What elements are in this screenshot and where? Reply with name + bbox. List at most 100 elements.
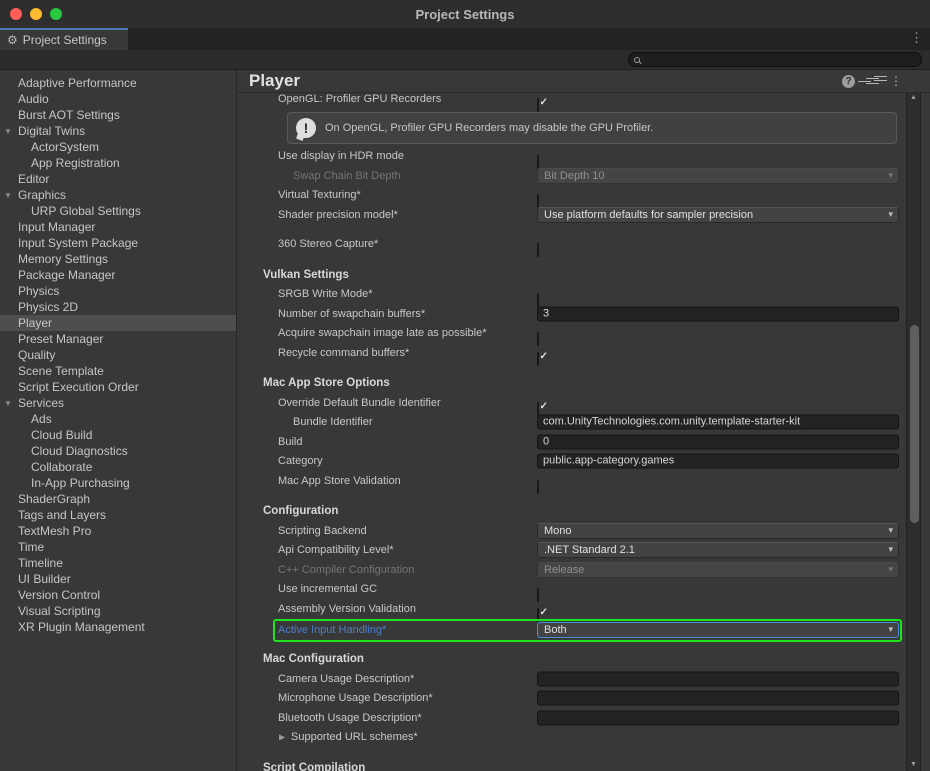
titlebar: Project Settings [0, 0, 930, 28]
tab-project-settings[interactable]: ⚙ Project Settings [0, 28, 128, 50]
sidebar-item-in-app-purchasing[interactable]: In-App Purchasing [0, 475, 236, 491]
sidebar-item-editor[interactable]: Editor [0, 171, 236, 187]
sidebar-item-scene-template[interactable]: Scene Template [0, 363, 236, 379]
minimize-window-button[interactable] [30, 8, 42, 20]
sidebar-item-physics-2d[interactable]: Physics 2D [0, 299, 236, 315]
scroll-up-icon[interactable]: ▲ [907, 94, 920, 101]
vertical-scrollbar[interactable]: ▲ ▼ [906, 92, 921, 771]
sidebar-item-memory-settings[interactable]: Memory Settings [0, 251, 236, 267]
more-options-kebab-icon[interactable]: ⋮ [890, 75, 902, 87]
sidebar-item-time[interactable]: Time [0, 539, 236, 555]
opengl-profiler-gpu-recorders-checkbox[interactable] [537, 98, 539, 112]
sidebar-item-package-manager[interactable]: Package Manager [0, 267, 236, 283]
foldout-expanded-icon[interactable]: ▼ [4, 399, 12, 408]
active-input-handling-dropdown[interactable]: Both ▾ [537, 622, 899, 638]
body: Adaptive PerformanceAudio Burst AOT Setti… [0, 70, 930, 771]
foldout-expanded-icon[interactable]: ▼ [4, 127, 12, 136]
sidebar-item-label: App Registration [31, 156, 120, 170]
sidebar-item-label: Burst AOT Settings [18, 108, 120, 122]
scrollbar-thumb[interactable] [910, 325, 919, 523]
sidebar-item-label: Physics 2D [18, 300, 78, 314]
search-box[interactable] [628, 52, 922, 67]
search-input[interactable] [643, 54, 921, 65]
category-field[interactable]: public.app-category.games [537, 454, 899, 469]
bluetooth-usage-description-field[interactable] [537, 710, 899, 725]
shader-precision-model-dropdown[interactable]: Use platform defaults for sampler precis… [537, 207, 899, 223]
dropdown-value: Bit Depth 10 [544, 170, 605, 182]
sidebar-item-services[interactable]: ▼Services [0, 395, 236, 411]
bundle-identifier-field[interactable]: com.UnityTechnologies.com.unity.template… [537, 415, 899, 430]
setting-label-opengl-profiler-gpu-recorders: OpenGL: Profiler GPU Recorders [278, 93, 441, 105]
sidebar-item-label: Audio [18, 92, 49, 106]
row-assembly-version-validation: Assembly Version Validation [237, 599, 906, 619]
sidebar-item-urp-global-settings[interactable]: URP Global Settings [0, 203, 236, 219]
360-stereo-capture-checkbox[interactable] [537, 243, 539, 257]
foldout-expanded-icon[interactable]: ▼ [4, 191, 12, 200]
tab-menu-kebab-icon[interactable]: ⋮ [910, 30, 923, 46]
sidebar-item-ui-builder[interactable]: UI Builder [0, 571, 236, 587]
close-window-button[interactable] [10, 8, 22, 20]
tab-label: Project Settings [23, 33, 107, 47]
dropdown-value: .NET Standard 2.1 [544, 544, 635, 556]
recycle-command-buffers-checkbox[interactable] [537, 352, 539, 366]
sidebar-item-digital-twins[interactable]: ▼Digital Twins [0, 123, 236, 139]
sidebar-item-collaborate[interactable]: Collaborate [0, 459, 236, 475]
warning-info-icon: ! [296, 118, 316, 138]
mac-app-store-validation-checkbox[interactable] [537, 480, 539, 494]
row-camera-usage-description: Camera Usage Description* [237, 669, 906, 689]
sidebar-item-input-manager[interactable]: Input Manager [0, 219, 236, 235]
sidebar-item-label: Physics [18, 284, 59, 298]
scripting-backend-dropdown[interactable]: Mono▾ [537, 523, 899, 539]
c-compiler-configuration-dropdown: Release▾ [537, 562, 899, 578]
sidebar-item-adaptive-performance[interactable]: Adaptive Performance [0, 75, 236, 91]
setting-label-bluetooth-usage-description: Bluetooth Usage Description* [278, 712, 422, 724]
sidebar-item-shadergraph[interactable]: ShaderGraph [0, 491, 236, 507]
sidebar-item-script-execution-order[interactable]: Script Execution Order [0, 379, 236, 395]
sidebar-item-timeline[interactable]: Timeline [0, 555, 236, 571]
sidebar-item-version-control[interactable]: Version Control [0, 587, 236, 603]
sidebar-item-player[interactable]: Player [0, 315, 236, 331]
build-field[interactable]: 0 [537, 434, 899, 449]
row-override-default-bundle-identifier: Override Default Bundle Identifier [237, 393, 906, 413]
sidebar-item-physics[interactable]: Physics [0, 283, 236, 299]
row-use-display-in-hdr-mode: Use display in HDR mode [237, 147, 906, 167]
sidebar-item-label: Scene Template [18, 364, 104, 378]
sidebar-item-label: Version Control [18, 588, 100, 602]
sidebar-item-textmesh-pro[interactable]: TextMesh Pro [0, 523, 236, 539]
preset-icon[interactable] [866, 75, 879, 87]
help-icon[interactable]: ? [842, 75, 855, 88]
setting-label-mac-app-store-validation: Mac App Store Validation [278, 475, 401, 487]
sidebar-item-xr-plugin-management[interactable]: XR Plugin Management [0, 619, 236, 635]
sidebar-item-cloud-build[interactable]: Cloud Build [0, 427, 236, 443]
microphone-usage-description-field[interactable] [537, 691, 899, 706]
sidebar-item-actorsystem[interactable]: ActorSystem [0, 139, 236, 155]
row-scripting-backend: Scripting BackendMono▾ [237, 521, 906, 541]
tab-bar: ⚙ Project Settings ⋮ [0, 28, 930, 50]
dropdown-value: Both [544, 624, 567, 636]
chevron-down-icon: ▾ [888, 624, 893, 635]
sidebar-item-label: ShaderGraph [18, 492, 90, 506]
camera-usage-description-field[interactable] [537, 671, 899, 686]
sidebar-item-audio[interactable]: Audio [0, 91, 236, 107]
sidebar-item-quality[interactable]: Quality [0, 347, 236, 363]
sidebar-item-visual-scripting[interactable]: Visual Scripting [0, 603, 236, 619]
section-header-mac-app-store-options: Mac App Store Options [263, 377, 390, 389]
sidebar-item-graphics[interactable]: ▼Graphics [0, 187, 236, 203]
zoom-window-button[interactable] [50, 8, 62, 20]
scroll-down-icon[interactable]: ▼ [907, 761, 920, 768]
number-of-swapchain-buffers-field[interactable]: 3 [537, 306, 899, 321]
dropdown-value: Mono [544, 525, 572, 537]
api-compatibility-level-dropdown[interactable]: .NET Standard 2.1▾ [537, 542, 899, 558]
row-opengl-profiler-gpu-recorders: OpenGL: Profiler GPU Recorders [237, 93, 906, 109]
sidebar-item-input-system-package[interactable]: Input System Package [0, 235, 236, 251]
row-use-incremental-gc: Use incremental GC [237, 580, 906, 600]
sidebar-item-app-registration[interactable]: App Registration [0, 155, 236, 171]
section-mac-app-store-options: Mac App Store Options [237, 374, 906, 394]
sidebar-item-preset-manager[interactable]: Preset Manager [0, 331, 236, 347]
foldout-collapsed-icon[interactable]: ▶ [279, 733, 285, 742]
sidebar-item-tags-and-layers[interactable]: Tags and Layers [0, 507, 236, 523]
sidebar-item-cloud-diagnostics[interactable]: Cloud Diagnostics [0, 443, 236, 459]
sidebar-item-ads[interactable]: Ads [0, 411, 236, 427]
setting-label-active-input-handling: Active Input Handling* [278, 624, 386, 636]
sidebar-item-burst-aot-settings[interactable]: Burst AOT Settings [0, 107, 236, 123]
